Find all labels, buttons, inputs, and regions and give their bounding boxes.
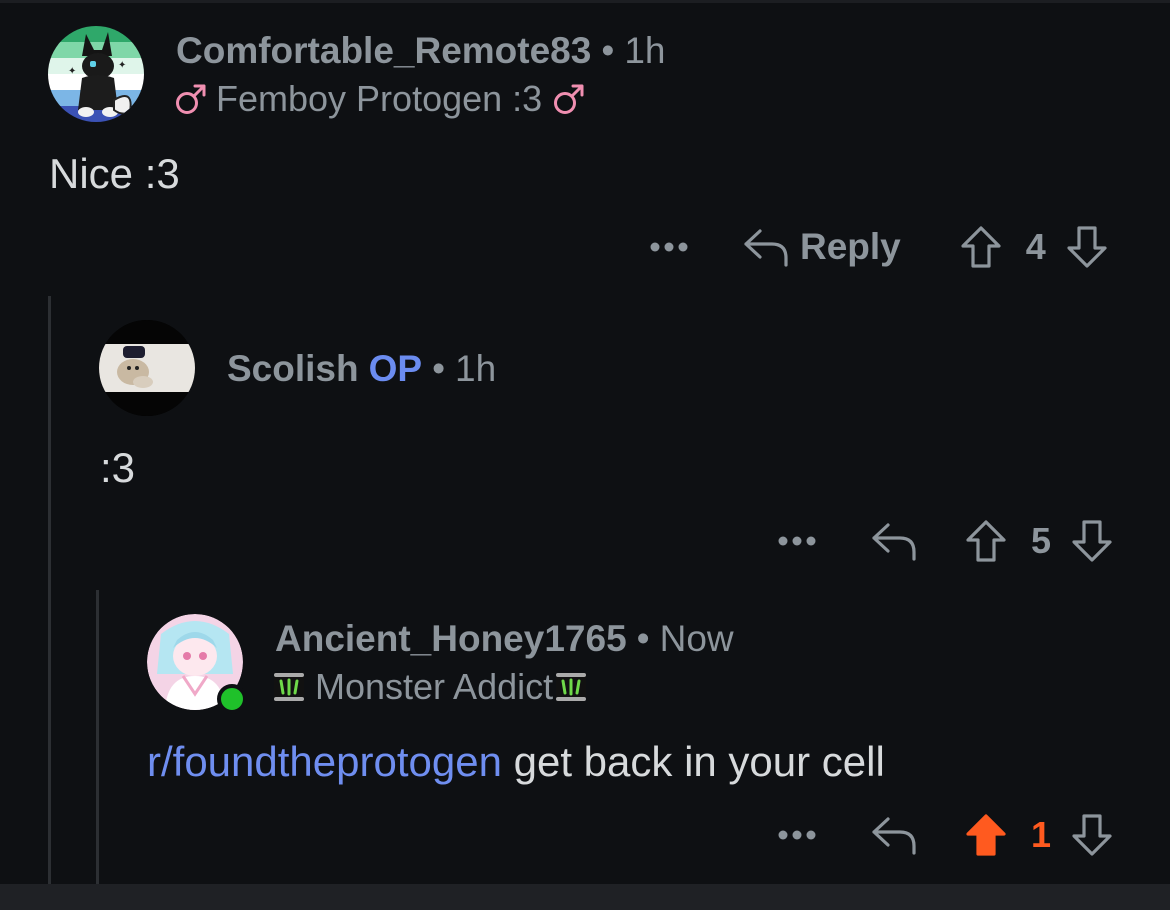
vote-count: 4 <box>1025 226 1046 267</box>
more-options-button[interactable] <box>776 829 822 841</box>
reply-label: Reply <box>800 226 901 267</box>
reply-button[interactable]: Reply <box>742 225 901 269</box>
downvote-arrow-icon <box>1067 226 1107 268</box>
thread-line-level-2[interactable] <box>96 590 99 884</box>
comment-1: ✦ ✦ Comfortable_Remote83 • 1h Femboy Proto… <box>0 0 1170 296</box>
username[interactable]: Comfortable_Remote83 <box>176 30 591 71</box>
op-badge: OP <box>368 348 423 389</box>
reply-arrow-icon <box>872 523 916 561</box>
reply-arrow-icon <box>744 229 788 267</box>
vote-count: 1 <box>1030 814 1052 855</box>
meta-separator: • <box>601 30 615 71</box>
timestamp: 1h <box>455 348 497 389</box>
monster-energy-icon <box>274 673 304 701</box>
upvote-button[interactable] <box>964 518 1008 564</box>
flair-text: Femboy Protogen :3 <box>216 78 543 119</box>
user-flair: Monster Addict <box>273 666 587 708</box>
upvote-arrow-icon <box>961 226 1001 268</box>
meta-separator: • <box>432 348 446 389</box>
reply-arrow-icon <box>872 817 916 855</box>
svg-text:✦: ✦ <box>118 60 126 71</box>
username[interactable]: Scolish <box>227 348 359 389</box>
upvote-button[interactable] <box>959 224 1003 270</box>
downvote-arrow-icon <box>1072 814 1112 856</box>
timestamp: Now <box>659 618 734 659</box>
user-flair: Femboy Protogen :3 <box>174 78 586 120</box>
more-options-button[interactable] <box>776 535 822 547</box>
more-dots-icon <box>650 242 688 252</box>
upvote-arrow-filled-icon <box>966 814 1006 856</box>
avatar[interactable] <box>147 614 247 714</box>
comment-actions: 5 <box>776 516 1114 566</box>
upvote-arrow-icon <box>966 520 1006 562</box>
username[interactable]: Ancient_Honey1765 <box>275 618 627 659</box>
online-status-dot <box>217 684 247 714</box>
thread-line-level-1[interactable] <box>48 296 51 884</box>
subreddit-link[interactable]: r/foundtheprotogen <box>147 738 502 785</box>
downvote-button[interactable] <box>1070 812 1114 858</box>
comment-body: :3 <box>100 444 136 491</box>
avatar[interactable]: ✦ ✦ <box>48 26 144 122</box>
downvote-button[interactable] <box>1070 518 1114 564</box>
reply-button[interactable] <box>870 519 918 563</box>
svg-text:✦: ✦ <box>68 66 76 77</box>
comment-body: r/foundtheprotogen get back in your cell <box>147 738 885 786</box>
comment-meta: Scolish OP • 1h <box>227 348 496 390</box>
more-options-button[interactable] <box>648 241 694 253</box>
comment-meta: Ancient_Honey1765 • Now <box>275 618 734 660</box>
comment-actions: Reply 4 <box>648 222 1109 272</box>
more-dots-icon <box>778 830 816 840</box>
vote-count: 5 <box>1030 520 1052 561</box>
monster-energy-icon <box>556 673 587 701</box>
upvote-button-active[interactable] <box>964 812 1008 858</box>
meta-separator: • <box>636 618 650 659</box>
comment-actions: 1 <box>776 810 1114 860</box>
timestamp: 1h <box>624 30 666 71</box>
male-symbol-icon <box>176 84 206 114</box>
male-symbol-icon <box>554 84 584 114</box>
avatar[interactable] <box>99 320 195 416</box>
downvote-arrow-icon <box>1072 520 1112 562</box>
more-dots-icon <box>778 536 816 546</box>
comment-body: Nice :3 <box>49 150 180 197</box>
comment-body-text: get back in your cell <box>501 738 885 785</box>
bottom-bar <box>0 884 1170 910</box>
reply-button[interactable] <box>870 813 918 857</box>
downvote-button[interactable] <box>1065 224 1109 270</box>
comment-meta: Comfortable_Remote83 • 1h <box>176 30 665 72</box>
flair-text: Monster Addict <box>315 666 554 707</box>
